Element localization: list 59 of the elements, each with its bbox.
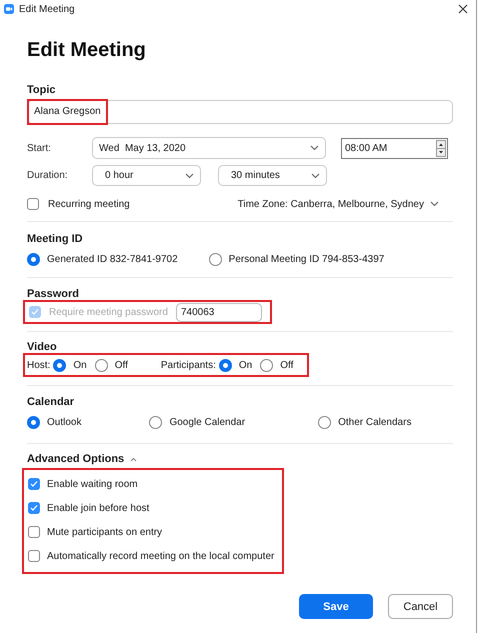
- chevron-down-icon: [310, 145, 319, 151]
- section-label: Meeting ID: [27, 233, 84, 245]
- radio-button[interactable]: [27, 253, 40, 266]
- chevron-down-icon: [430, 201, 439, 207]
- radio-label: Off: [280, 360, 294, 370]
- topic-field[interactable]: Alana Gregson: [27, 100, 453, 124]
- radio-button[interactable]: [260, 358, 274, 372]
- radio-button[interactable]: [94, 358, 108, 372]
- radio-label: On: [238, 360, 252, 370]
- radio-label: Personal Meeting ID 794-853-4397: [228, 254, 384, 265]
- cancel-button[interactable]: Cancel: [388, 594, 453, 619]
- app-logo-icon: [4, 4, 14, 14]
- section-label: Video: [27, 341, 58, 353]
- chevron-up-icon[interactable]: [130, 456, 138, 462]
- field-label: Start:: [27, 142, 52, 154]
- checkbox-label: Enable join before host: [47, 502, 150, 514]
- radio-button[interactable]: [149, 416, 162, 429]
- radio-label: On: [73, 360, 87, 370]
- radio-label: Generated ID 832-7841-9702: [47, 254, 178, 265]
- radio-button[interactable]: [218, 358, 232, 372]
- checkbox-label: Mute participants on entry: [47, 526, 162, 538]
- save-button[interactable]: Save: [299, 594, 373, 619]
- checkbox[interactable]: [28, 478, 40, 490]
- section-label: Calendar: [27, 396, 76, 408]
- radio-button[interactable]: [53, 358, 66, 372]
- option-label: Host:: [27, 360, 50, 370]
- spinner-icon: [436, 140, 446, 156]
- checkbox[interactable]: [28, 550, 40, 562]
- radio-label: Off: [114, 360, 128, 370]
- close-icon[interactable]: [458, 4, 468, 14]
- topic-value: Alana Gregson: [27, 98, 108, 124]
- checkbox[interactable]: [27, 198, 39, 210]
- checkbox-label: Automatically record meeting on the local computer: [47, 550, 274, 562]
- time-zone-selector[interactable]: Time Zone: Canberra, Melbourne, Sydney: [238, 198, 424, 210]
- duration-dropdown[interactable]: 30 minutes: [218, 165, 327, 186]
- radio-button[interactable]: [318, 416, 332, 429]
- field-label: Duration:: [27, 170, 69, 181]
- duration-dropdown[interactable]: 0 hour: [92, 165, 201, 186]
- radio-label: Outlook: [47, 417, 82, 428]
- window-title: Edit Meeting: [19, 4, 75, 14]
- checkbox-label: Enable waiting room: [47, 478, 138, 490]
- option-label: Participants:: [160, 360, 216, 370]
- chevron-down-icon: [311, 172, 320, 178]
- radio-button[interactable]: [208, 253, 222, 266]
- chevron-down-icon: [185, 172, 194, 178]
- time-field[interactable]: 08:00 AM: [341, 138, 448, 158]
- radio-label: Google Calendar: [169, 417, 246, 428]
- checkbox[interactable]: [28, 526, 40, 538]
- checkbox[interactable]: [28, 502, 40, 514]
- dialog-heading: Edit Meeting: [27, 39, 147, 63]
- radio-button[interactable]: [27, 416, 40, 429]
- checkbox-label: Require meeting password: [49, 306, 168, 318]
- section-label: Topic: [27, 84, 57, 96]
- password-field[interactable]: 740063: [176, 302, 262, 322]
- date-dropdown[interactable]: Wed May 13, 2020: [92, 137, 326, 159]
- section-label: Advanced Options: [27, 453, 124, 465]
- section-label: Password: [27, 288, 80, 300]
- checkbox-label: Recurring meeting: [48, 198, 130, 210]
- radio-label: Other Calendars: [338, 417, 412, 428]
